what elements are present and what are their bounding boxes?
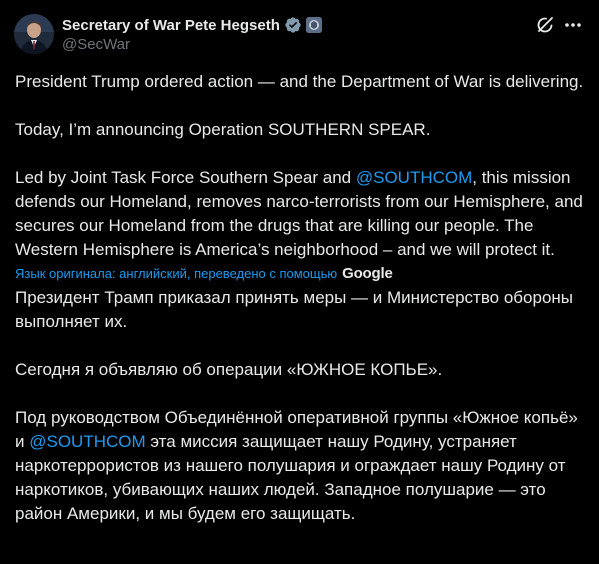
original-paragraph-3: Led by Joint Task Force Southern Spear a… [15, 166, 585, 262]
original-paragraph-1: President Trump ordered action — and the… [15, 72, 584, 91]
author-handle[interactable]: @SecWar [62, 36, 130, 53]
author-display-name[interactable]: Secretary of War Pete Hegseth [62, 17, 280, 34]
translated-mention-southcom-link[interactable]: @SOUTHCOM [29, 432, 145, 451]
verified-check-icon[interactable] [284, 16, 302, 34]
author-name-row: Secretary of War Pete Hegseth [62, 15, 322, 35]
translated-paragraph-2: Сегодня я объявляю об операции «ЮЖНОЕ КО… [15, 360, 443, 379]
mention-southcom-link[interactable]: @SOUTHCOM [356, 168, 472, 187]
avatar[interactable] [14, 14, 54, 54]
original-p3-text-start: Led by Joint Task Force Southern Spear a… [15, 168, 356, 187]
google-logo: Google [342, 265, 393, 282]
more-options-icon[interactable] [563, 15, 583, 35]
translation-notice-text: Язык оригинала: английский, переведено с… [15, 266, 338, 281]
avatar-image [14, 14, 54, 54]
tweet-text: President Trump ordered action — and the… [15, 70, 585, 526]
tweet: Secretary of War Pete Hegseth @SecWar Pr… [0, 0, 599, 564]
translation-notice[interactable]: Язык оригинала: английский, переведено с… [15, 266, 585, 282]
translated-paragraph-1: Президент Трамп приказал принять меры — … [15, 288, 574, 331]
government-affiliation-icon[interactable] [305, 17, 322, 33]
original-paragraph-2: Today, I’m announcing Operation SOUTHERN… [15, 120, 431, 139]
grok-icon[interactable] [535, 15, 555, 35]
translated-paragraph-3: Под руководством Объединённой оперативно… [15, 406, 585, 526]
